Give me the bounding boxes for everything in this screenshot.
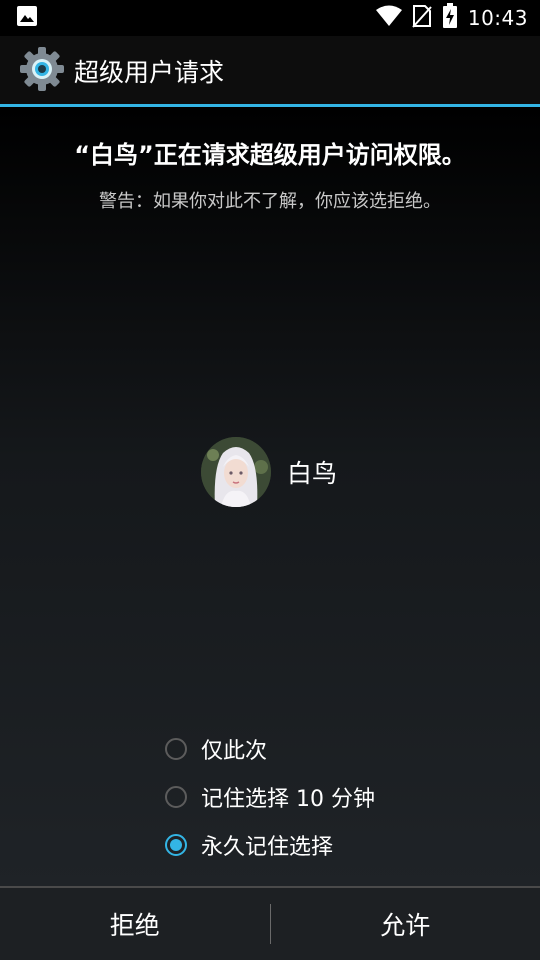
option-once[interactable]: 仅此次 <box>165 725 375 773</box>
requesting-app: 白鸟 <box>201 437 337 507</box>
no-sim-icon <box>412 4 432 32</box>
option-once-label: 仅此次 <box>201 739 268 764</box>
option-10-minutes-label: 记住选择 10 分钟 <box>201 787 375 812</box>
button-bar: 拒绝 允许 <box>0 886 540 960</box>
status-time: 10:43 <box>467 6 528 30</box>
battery-charging-icon <box>442 3 458 33</box>
allow-button[interactable]: 允许 <box>271 888 540 960</box>
remember-options: 仅此次 记住选择 10 分钟 永久记住选择 <box>165 725 375 869</box>
radio-10-minutes[interactable] <box>165 786 187 808</box>
app-bar-title: 超级用户请求 <box>74 58 225 87</box>
gear-icon <box>20 47 64 95</box>
app-bar: 超级用户请求 <box>0 36 540 106</box>
request-content: “白鸟”正在请求超级用户访问权限。 警告：如果你对此不了解，你应该选拒绝。 白鸟… <box>0 107 540 887</box>
app-avatar <box>201 437 271 507</box>
image-notification-icon <box>16 5 38 31</box>
option-forever-label: 永久记住选择 <box>201 835 334 860</box>
wifi-icon <box>375 5 402 31</box>
radio-once[interactable] <box>165 738 187 760</box>
request-headline: “白鸟”正在请求超级用户访问权限。 <box>74 141 466 169</box>
deny-button[interactable]: 拒绝 <box>0 888 270 960</box>
app-name: 白鸟 <box>287 459 338 488</box>
option-forever[interactable]: 永久记住选择 <box>165 821 375 869</box>
radio-forever[interactable] <box>165 834 187 856</box>
request-warning: 警告：如果你对此不了解，你应该选拒绝。 <box>99 191 441 212</box>
status-bar: 10:43 <box>0 0 540 36</box>
option-10-minutes[interactable]: 记住选择 10 分钟 <box>165 773 375 821</box>
